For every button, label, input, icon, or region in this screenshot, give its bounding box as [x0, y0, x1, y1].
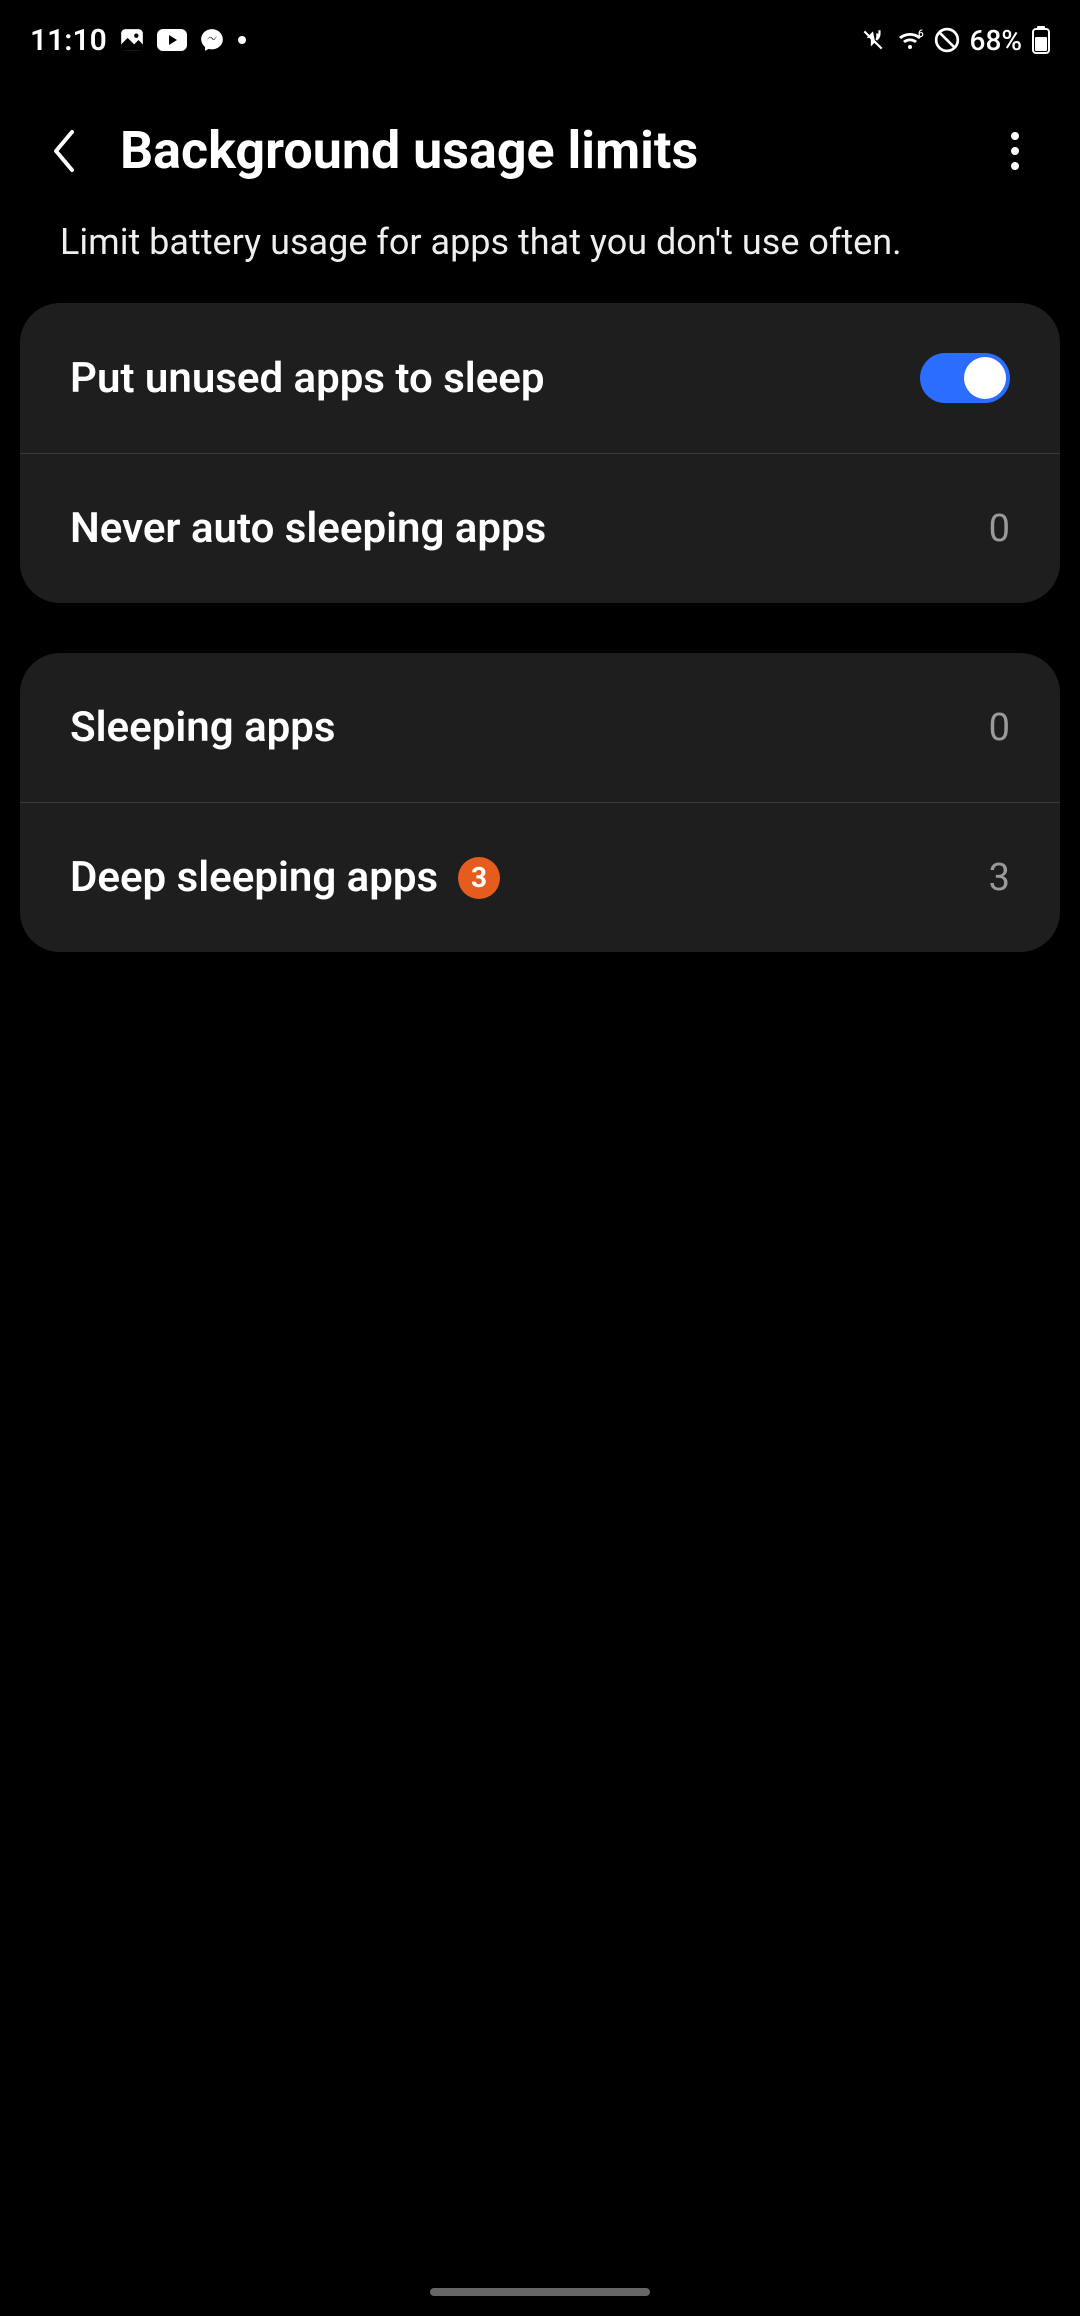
page-subtitle: Limit battery usage for apps that you do…: [0, 201, 1080, 303]
status-time: 11:10: [30, 23, 107, 58]
row-label: Deep sleeping apps 3: [70, 853, 500, 902]
toggle-unused-apps-sleep[interactable]: [920, 353, 1010, 403]
dnd-icon: [934, 27, 960, 53]
status-bar: 11:10 6 68%: [0, 0, 1080, 70]
row-label: Put unused apps to sleep: [70, 354, 545, 403]
more-options-button[interactable]: [990, 126, 1040, 176]
gallery-icon: [119, 27, 145, 53]
status-right: 6 68%: [860, 24, 1050, 57]
battery-percent: 68%: [970, 24, 1022, 57]
toggle-knob: [964, 357, 1006, 399]
row-label-text: Deep sleeping apps: [70, 853, 438, 902]
row-value: 0: [989, 706, 1010, 750]
more-vert-icon: [1010, 131, 1020, 171]
badge-count: 3: [458, 857, 500, 899]
svg-text:6: 6: [918, 29, 924, 40]
row-value: 0: [989, 507, 1010, 551]
header: Background usage limits: [0, 70, 1080, 201]
back-button[interactable]: [40, 126, 90, 176]
row-sleeping-apps[interactable]: Sleeping apps 0: [20, 653, 1060, 802]
wifi-icon: 6: [896, 29, 924, 51]
row-put-unused-to-sleep[interactable]: Put unused apps to sleep: [20, 303, 1060, 453]
dot-icon: [237, 35, 247, 45]
row-value: 3: [989, 856, 1010, 900]
card-app-lists: Sleeping apps 0 Deep sleeping apps 3 3: [20, 653, 1060, 952]
nav-handle[interactable]: [430, 2288, 650, 2296]
page-title: Background usage limits: [120, 120, 960, 181]
vibrate-icon: [860, 27, 886, 53]
row-deep-sleeping-apps[interactable]: Deep sleeping apps 3 3: [20, 802, 1060, 952]
status-left: 11:10: [30, 23, 247, 58]
row-label: Sleeping apps: [70, 703, 335, 752]
messenger-icon: [199, 27, 225, 53]
row-label: Never auto sleeping apps: [70, 504, 546, 553]
card-sleep-settings: Put unused apps to sleep Never auto slee…: [20, 303, 1060, 603]
row-never-auto-sleep[interactable]: Never auto sleeping apps 0: [20, 453, 1060, 603]
battery-icon: [1032, 26, 1050, 54]
chevron-left-icon: [50, 126, 80, 176]
youtube-icon: [157, 29, 187, 51]
